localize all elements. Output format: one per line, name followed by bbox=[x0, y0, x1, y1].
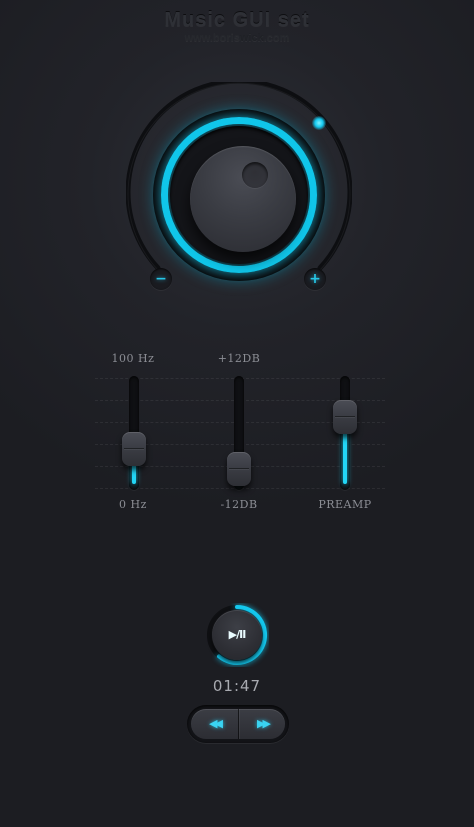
previous-track-icon: ◀◀ bbox=[209, 717, 223, 730]
previous-track-button[interactable]: ◀◀ bbox=[191, 709, 238, 739]
next-track-icon: ▶▶ bbox=[257, 717, 271, 730]
slider-fill bbox=[132, 463, 136, 484]
play-pause-control[interactable]: ▶/II bbox=[205, 603, 269, 667]
freq-bottom-label: 0 Hz bbox=[119, 498, 147, 511]
slider-fill bbox=[343, 431, 347, 484]
music-player-screen: { "header": { "title": "Music GUI set", … bbox=[0, 0, 474, 827]
play-pause-button[interactable]: ▶/II bbox=[212, 610, 262, 660]
volume-knob[interactable]: − + bbox=[126, 82, 352, 308]
slider-handle[interactable] bbox=[333, 400, 357, 434]
gain-top-label: +12DB bbox=[217, 352, 261, 365]
plus-icon: + bbox=[309, 271, 321, 287]
knob-cap[interactable] bbox=[190, 146, 296, 252]
knob-indicator-dot bbox=[242, 162, 268, 188]
app-title: Music GUI set bbox=[164, 9, 310, 31]
author-url: www.boriswick.com bbox=[184, 32, 290, 44]
gain-bottom-label: -12DB bbox=[220, 498, 258, 511]
slider-handle[interactable] bbox=[122, 432, 146, 466]
elapsed-time: 01:47 bbox=[212, 677, 262, 695]
transport-controls: ◀◀ ▶▶ bbox=[187, 705, 289, 743]
header: Music GUI set www.boriswick.com bbox=[0, 8, 474, 44]
play-pause-icon: ▶/II bbox=[228, 628, 247, 641]
preamp-label: PREAMP bbox=[318, 498, 372, 511]
next-track-button[interactable]: ▶▶ bbox=[238, 709, 285, 739]
transport-buttons: ◀◀ ▶▶ bbox=[191, 709, 285, 739]
freq-top-label: 100 Hz bbox=[111, 352, 155, 365]
slider-handle[interactable] bbox=[227, 452, 251, 486]
volume-up-button[interactable]: + bbox=[304, 268, 326, 290]
minus-icon: − bbox=[155, 271, 167, 287]
knob-position-glow bbox=[312, 116, 326, 130]
volume-down-button[interactable]: − bbox=[150, 268, 172, 290]
